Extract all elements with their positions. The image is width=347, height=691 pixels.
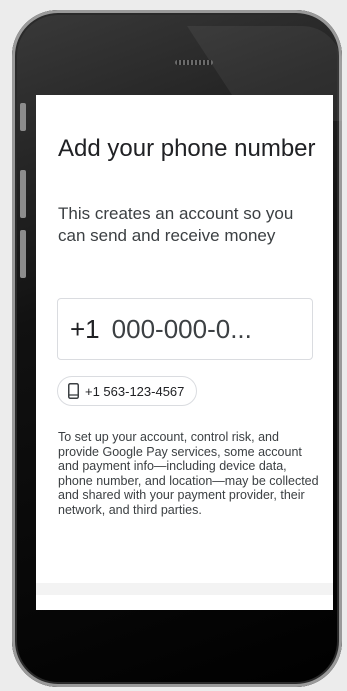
app-screen: Add your phone number This creates an ac…	[36, 95, 333, 610]
privacy-disclaimer: To set up your account, control risk, an…	[58, 430, 319, 517]
suggested-number-label: +1 563-123-4567	[85, 383, 185, 399]
mute-switch	[20, 103, 26, 131]
screen-bottom-bar	[36, 583, 333, 595]
page-title: Add your phone number	[58, 135, 316, 162]
volume-up-button	[20, 170, 26, 218]
volume-down-button	[20, 230, 26, 278]
earpiece-speaker	[175, 60, 213, 65]
suggested-number-chip[interactable]: +1 563-123-4567	[57, 376, 198, 406]
phone-number-field[interactable]: +1 000-000-0...	[57, 298, 313, 360]
page-subtitle: This creates an account so you can send …	[58, 204, 294, 245]
smartphone-icon	[68, 383, 79, 399]
phone-number-placeholder: 000-000-0...	[111, 313, 252, 344]
country-code[interactable]: +1	[70, 314, 100, 345]
